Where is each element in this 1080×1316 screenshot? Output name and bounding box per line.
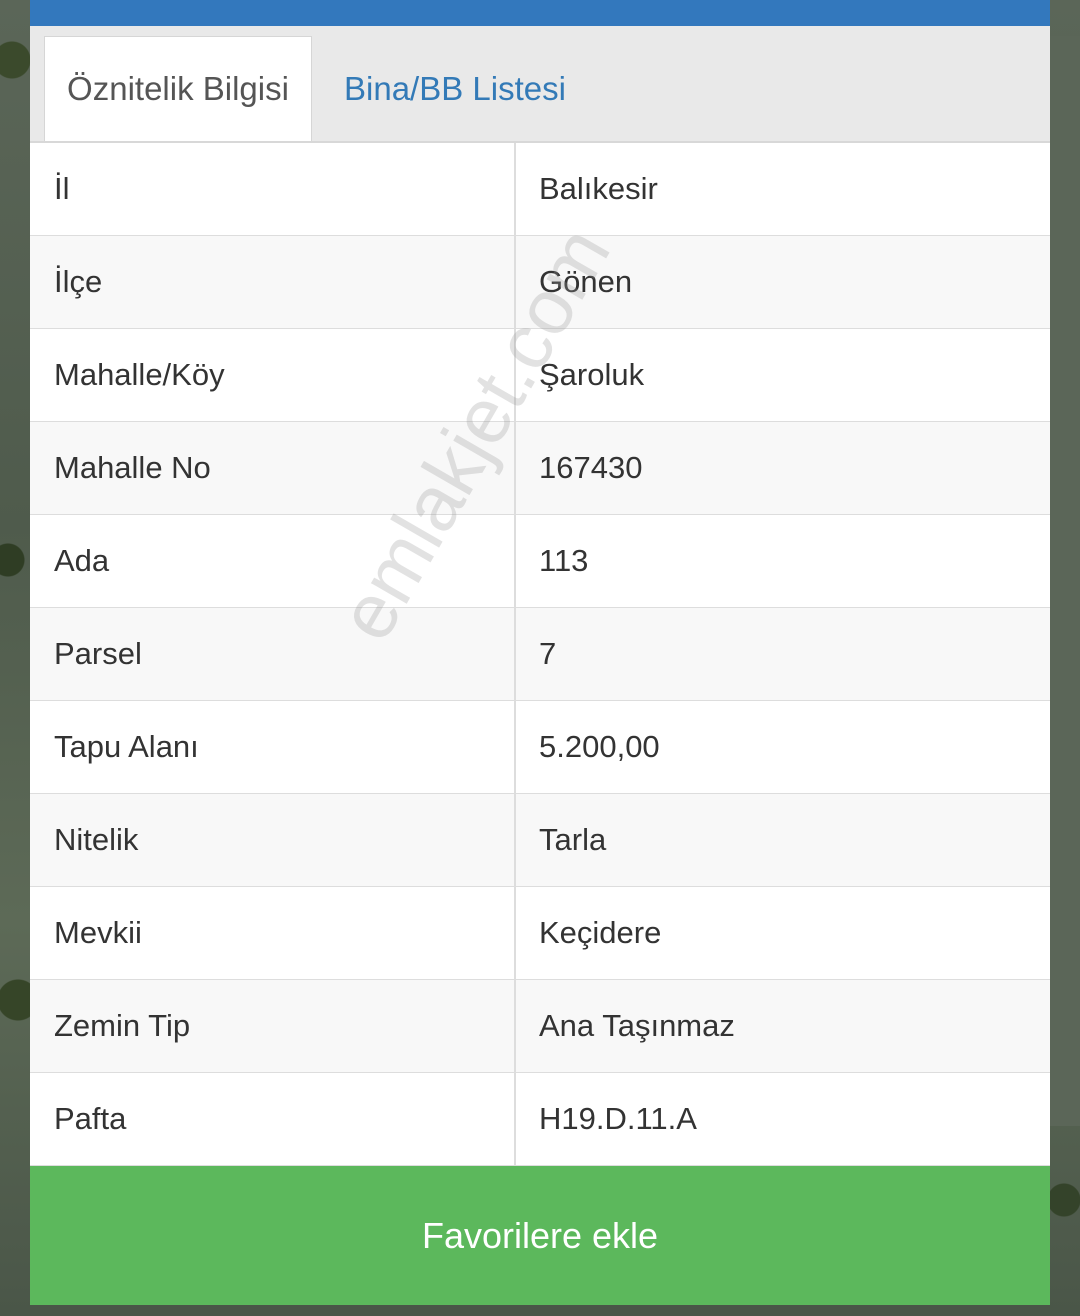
row-value: Şaroluk [539,357,645,392]
row-value: Ana Taşınmaz [539,1008,735,1043]
table-row: Mahalle No 167430 [30,422,1050,515]
tab-attribute-info[interactable]: Öznitelik Bilgisi [44,36,312,141]
parcel-info-panel: Öznitelik Bilgisi Bina/BB Listesi İl Bal… [30,0,1050,1305]
tab-building-list[interactable]: Bina/BB Listesi [344,36,566,141]
row-value: H19.D.11.A [539,1101,697,1136]
panel-header-bar [30,0,1050,26]
row-label: İl [30,143,516,235]
row-label: Mahalle/Köy [30,329,516,421]
table-row: İlçe Gönen [30,236,1050,329]
row-value: 167430 [539,450,643,485]
table-row: İl Balıkesir [30,143,1050,236]
table-row: Tapu Alanı 5.200,00 [30,701,1050,794]
attribute-table: İl Balıkesir İlçe Gönen Mahalle/Köy Şaro… [30,143,1050,1166]
table-row: Ada 113 [30,515,1050,608]
row-label: Mevkii [30,887,516,979]
row-value: 113 [539,543,589,578]
row-label: Tapu Alanı [30,701,516,793]
row-value: Balıkesir [539,171,658,206]
row-value: 5.200,00 [539,729,660,764]
row-value: Keçidere [539,915,662,950]
table-row: Nitelik Tarla [30,794,1050,887]
row-label: Nitelik [30,794,516,886]
table-row: Zemin Tip Ana Taşınmaz [30,980,1050,1073]
table-row: Mevkii Keçidere [30,887,1050,980]
row-value: 7 [539,636,557,671]
table-row: Mahalle/Köy Şaroluk [30,329,1050,422]
tab-bar: Öznitelik Bilgisi Bina/BB Listesi [30,26,1050,143]
table-row: Parsel 7 [30,608,1050,701]
row-label: Ada [30,515,516,607]
add-to-favorites-button[interactable]: Favorilere ekle [30,1166,1050,1305]
row-label: İlçe [30,236,516,328]
row-label: Pafta [30,1073,516,1165]
row-label: Zemin Tip [30,980,516,1072]
row-label: Parsel [30,608,516,700]
table-row: Pafta H19.D.11.A [30,1073,1050,1166]
row-value: Tarla [539,822,607,857]
map-background-strip [1050,36,1080,1126]
row-value: Gönen [539,264,633,299]
row-label: Mahalle No [30,422,516,514]
